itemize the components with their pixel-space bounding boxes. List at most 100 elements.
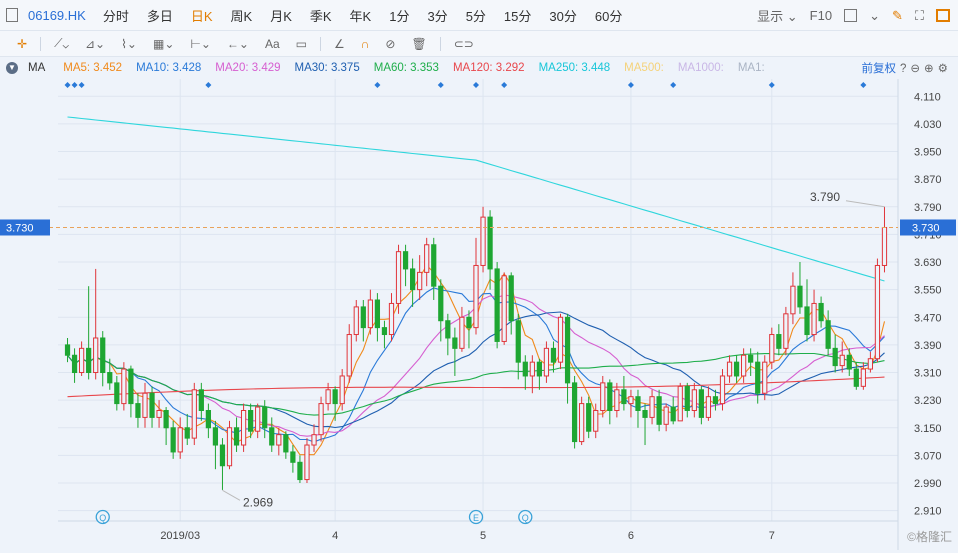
ma-items: MA5: 3.452 MA10: 3.428 MA20: 3.429 MA30: 3.… (63, 62, 778, 74)
pencil-icon[interactable]: ✎ (892, 8, 903, 24)
kline-chart[interactable]: 4.1104.0303.9503.8703.7903.7103.6303.550… (0, 79, 958, 550)
stock-symbol[interactable]: 06169.HK (24, 8, 94, 23)
candle-up (663, 406, 669, 425)
candle-down (550, 347, 557, 363)
candle-up (388, 302, 395, 336)
low-annotation: 2.969 (243, 495, 273, 509)
candle-down (670, 406, 676, 422)
candle-down (536, 361, 542, 377)
fullscreen-icon[interactable]: ⛶ (915, 8, 924, 24)
magnet-icon[interactable]: ∩ (358, 37, 373, 51)
period-toolbar: 06169.HK 分时 多日 日K 周K 月K 季K 年K 1分 3分 5分 1… (0, 0, 958, 31)
x-tick-label: 2019/03 (160, 530, 200, 542)
period-tab[interactable]: 分时 (94, 6, 138, 25)
ma-item: MA1: (737, 62, 765, 74)
candle-down (635, 396, 641, 411)
candle-down (269, 427, 275, 446)
candle-down (290, 451, 296, 463)
candle-up (93, 337, 99, 374)
period-tab[interactable]: 3分 (418, 6, 456, 25)
adjust-button[interactable]: 前复权 (862, 60, 897, 76)
y-tick-label: 3.790 (914, 202, 942, 214)
comment-icon[interactable]: ▭ (293, 37, 310, 51)
crosshair-icon[interactable]: ✛ (14, 37, 30, 51)
range-tool-icon[interactable]: ⊢⌄ (187, 37, 214, 51)
ma-label: MA (28, 62, 46, 74)
candle-down (283, 434, 289, 453)
display-menu[interactable]: 显示 ⌄ (757, 6, 798, 25)
text-tool-icon[interactable]: Aa (262, 37, 283, 51)
current-price-label-right: 3.730 (912, 222, 940, 234)
checkbox-icon[interactable] (844, 9, 858, 22)
candle-up (339, 375, 345, 405)
candle-up (677, 385, 683, 422)
ma-item: MA60: 3.353 (373, 62, 439, 74)
candle-down (712, 396, 719, 405)
candle-down (248, 410, 254, 432)
y-tick-label: 3.230 (914, 395, 942, 407)
collapse-icon[interactable]: ▼ (6, 62, 18, 74)
period-tab[interactable]: 30分 (540, 6, 585, 25)
arrow-tool-icon[interactable]: ←⌄ (224, 37, 252, 51)
candle-up (600, 382, 606, 411)
divider (40, 36, 42, 51)
window-icon[interactable] (936, 9, 950, 22)
candle-up (860, 368, 866, 387)
candle-down (100, 337, 106, 374)
y-tick-label: 3.950 (914, 147, 942, 159)
wave-tool-icon[interactable]: ⌇⌄ (118, 37, 140, 51)
period-tab[interactable]: 周K (222, 6, 262, 25)
candle-down (684, 385, 690, 411)
y-tick-label: 3.150 (914, 423, 942, 435)
candle-up (325, 389, 331, 405)
candle-up (790, 285, 796, 315)
y-tick-label: 4.110 (914, 91, 941, 103)
candle-down (804, 306, 810, 336)
candle-down (149, 392, 155, 418)
pattern-tool-icon[interactable]: ▦⌄ (150, 37, 177, 51)
line-tool-icon[interactable]: ⟋⌄ (51, 36, 72, 51)
period-tab[interactable]: 年K (341, 6, 381, 25)
event-marker-label: Q (99, 513, 106, 523)
candle-down (107, 372, 113, 384)
candle-down (198, 389, 204, 411)
candle-up (769, 334, 775, 363)
trash-icon[interactable]: 🗑 (408, 37, 429, 51)
period-tab-active[interactable]: 日K (182, 6, 222, 25)
period-tab[interactable]: 月K (261, 6, 301, 25)
link-icon[interactable]: ⊂⊃ (451, 37, 477, 51)
candle-up (614, 389, 620, 411)
period-tab[interactable]: 多日 (138, 6, 182, 25)
y-tick-label: 3.070 (914, 450, 942, 462)
candle-down (522, 361, 528, 377)
period-tab[interactable]: 季K (301, 6, 341, 25)
candle-up (543, 347, 550, 377)
period-tab[interactable]: 60分 (586, 6, 631, 25)
candle-down (212, 427, 219, 446)
chevron-down-icon: ⌄ (786, 9, 798, 24)
y-tick-label: 3.390 (914, 340, 942, 352)
hide-icon[interactable]: ⊘ (382, 37, 398, 51)
ma-item: MA1000: (677, 62, 724, 74)
candle-up (705, 396, 712, 418)
period-tab[interactable]: 15分 (495, 6, 540, 25)
candle-down (64, 344, 71, 356)
f10-button[interactable]: F10 (810, 8, 832, 23)
period-tab[interactable]: 1分 (380, 6, 418, 25)
candle-down (776, 334, 782, 349)
candle-down (466, 316, 472, 329)
candle-down (846, 354, 852, 370)
candle-up (353, 306, 359, 336)
sidebar-toggle-icon[interactable] (6, 8, 18, 22)
ma-legend-row: ▼ MA MA5: 3.452 MA10: 3.428 MA20: 3.429 MA3… (0, 57, 958, 79)
kline-svg[interactable]: 4.1104.0303.9503.8703.7903.7103.6303.550… (0, 79, 958, 550)
ma-tool-icons[interactable]: ?⊖⊕⚙ (900, 61, 952, 75)
candle-down (114, 382, 120, 405)
chevron-down-icon[interactable]: ⌄ (869, 8, 880, 24)
candle-up (762, 361, 768, 394)
candle-down (410, 268, 416, 291)
ruler-icon[interactable]: ∠ (331, 37, 348, 51)
fib-tool-icon[interactable]: ⊿⌄ (82, 37, 108, 51)
period-tab[interactable]: 5分 (457, 6, 495, 25)
ma-item: MA30: 3.375 (294, 62, 360, 74)
